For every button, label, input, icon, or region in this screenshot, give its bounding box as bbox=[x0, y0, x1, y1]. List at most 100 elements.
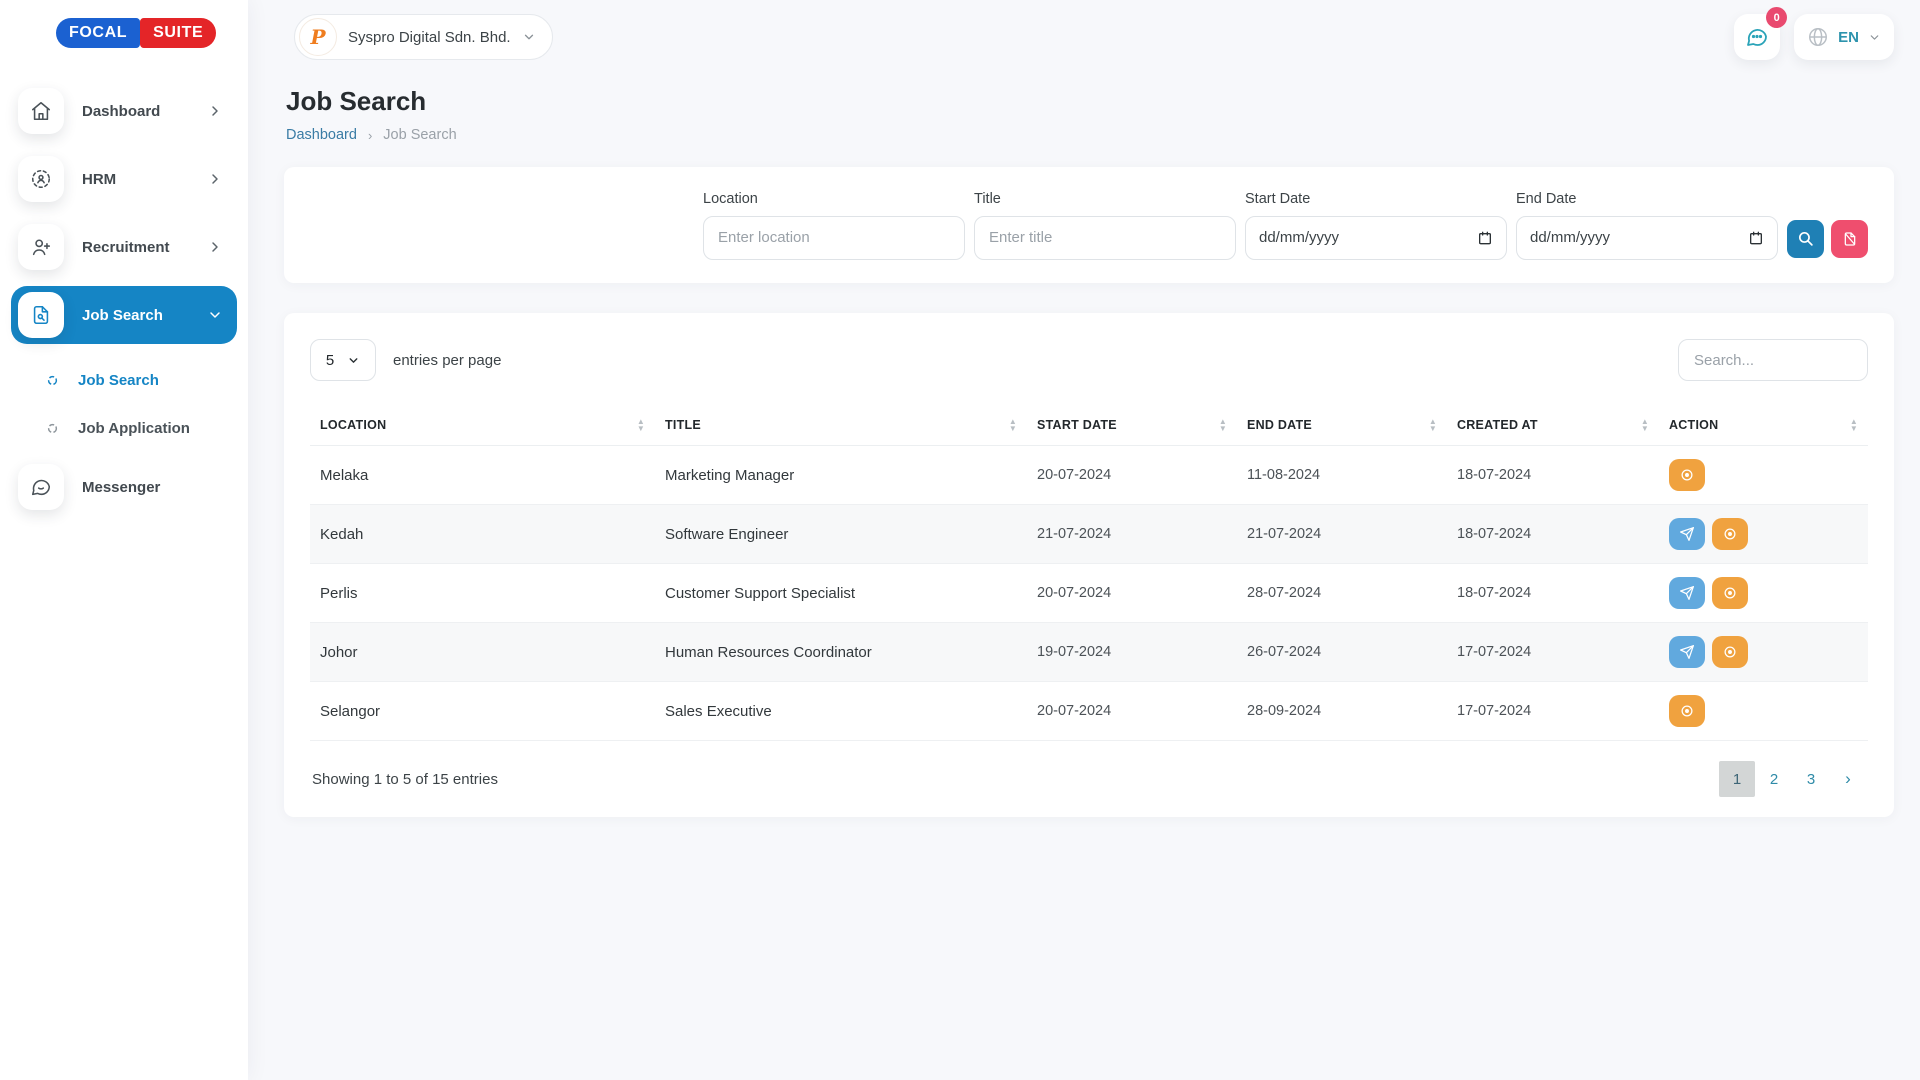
calendar-icon[interactable] bbox=[1477, 230, 1493, 246]
page-button-2[interactable]: 2 bbox=[1756, 761, 1792, 797]
sort-icon[interactable]: ▲▼ bbox=[1850, 418, 1858, 432]
page-button-3[interactable]: 3 bbox=[1793, 761, 1829, 797]
sidebar: FOCAL SUITE Dashboard HRM bbox=[0, 0, 248, 1080]
cell-created-at: 18-07-2024 bbox=[1447, 446, 1659, 505]
filter-field-location: Location bbox=[703, 191, 965, 260]
cell-title: Software Engineer bbox=[655, 505, 1027, 564]
submenu-item-label: Job Search bbox=[78, 372, 159, 389]
sidebar-item-label: HRM bbox=[82, 171, 207, 188]
send-job-button[interactable] bbox=[1669, 577, 1705, 609]
send-job-button[interactable] bbox=[1669, 518, 1705, 550]
user-plus-icon bbox=[18, 224, 64, 270]
column-header-title[interactable]: TITLE▲▼ bbox=[655, 405, 1027, 446]
logo-suite: SUITE bbox=[140, 18, 216, 48]
calendar-icon[interactable] bbox=[1748, 230, 1764, 246]
language-selector[interactable]: EN bbox=[1794, 14, 1894, 60]
view-job-button[interactable] bbox=[1712, 518, 1748, 550]
sidebar-item-label: Recruitment bbox=[82, 239, 207, 256]
sort-icon[interactable]: ▲▼ bbox=[1641, 418, 1649, 432]
send-icon bbox=[1679, 526, 1695, 542]
eye-icon bbox=[1722, 644, 1738, 660]
cell-location: Perlis bbox=[310, 564, 655, 623]
search-icon bbox=[1797, 230, 1814, 247]
eye-icon bbox=[1722, 526, 1738, 542]
chevron-right-icon bbox=[207, 171, 223, 187]
job-search-table-panel: 5 entries per page LOCATION▲▼ bbox=[284, 313, 1894, 817]
messages-badge: 0 bbox=[1766, 7, 1787, 28]
home-icon bbox=[18, 88, 64, 134]
breadcrumb-separator: › bbox=[368, 128, 372, 143]
column-header-action[interactable]: ACTION▲▼ bbox=[1659, 405, 1868, 446]
view-job-button[interactable] bbox=[1669, 695, 1705, 727]
start-date-label: Start Date bbox=[1245, 191, 1507, 207]
breadcrumb-dashboard-link[interactable]: Dashboard bbox=[286, 127, 357, 143]
cell-created-at: 18-07-2024 bbox=[1447, 505, 1659, 564]
title-input[interactable] bbox=[974, 216, 1236, 260]
cell-start-date: 20-07-2024 bbox=[1027, 682, 1237, 741]
end-date-input[interactable]: dd/mm/yyyy bbox=[1516, 216, 1778, 260]
send-job-button[interactable] bbox=[1669, 636, 1705, 668]
table-search-input[interactable] bbox=[1678, 339, 1868, 381]
globe-icon bbox=[1807, 26, 1829, 48]
sidebar-item-dashboard[interactable]: Dashboard bbox=[11, 82, 237, 140]
company-logo-icon: P bbox=[299, 18, 337, 56]
focal-suite-logo[interactable]: FOCAL SUITE bbox=[56, 18, 248, 48]
table-row: Selangor Sales Executive 20-07-2024 28-0… bbox=[310, 682, 1868, 741]
cell-end-date: 11-08-2024 bbox=[1237, 446, 1447, 505]
view-job-button[interactable] bbox=[1712, 636, 1748, 668]
cell-actions bbox=[1659, 505, 1868, 564]
entries-per-page-value: 5 bbox=[326, 352, 334, 369]
sidebar-item-recruitment[interactable]: Recruitment bbox=[11, 218, 237, 276]
sort-icon[interactable]: ▲▼ bbox=[1219, 418, 1227, 432]
sidebar-item-hrm[interactable]: HRM bbox=[11, 150, 237, 208]
hrm-icon bbox=[18, 156, 64, 202]
sidebar-item-job-search[interactable]: Job Search bbox=[11, 286, 237, 344]
cell-end-date: 26-07-2024 bbox=[1237, 623, 1447, 682]
pagination: 1 2 3 › bbox=[1718, 761, 1866, 797]
column-header-location[interactable]: LOCATION▲▼ bbox=[310, 405, 655, 446]
sidebar-item-label: Job Search bbox=[82, 307, 207, 324]
cell-start-date: 20-07-2024 bbox=[1027, 446, 1237, 505]
sort-icon[interactable]: ▲▼ bbox=[637, 418, 645, 432]
chevron-right-icon bbox=[207, 239, 223, 255]
submenu-item-job-application[interactable]: Job Application bbox=[11, 404, 237, 452]
clear-filter-icon bbox=[1842, 231, 1858, 247]
view-job-button[interactable] bbox=[1712, 577, 1748, 609]
reset-button[interactable] bbox=[1831, 220, 1868, 258]
entries-per-page-select[interactable]: 5 bbox=[310, 339, 376, 381]
sidebar-item-messenger[interactable]: Messenger bbox=[11, 458, 237, 516]
title-label: Title bbox=[974, 191, 1236, 207]
submenu-item-job-search[interactable]: Job Search bbox=[11, 356, 237, 404]
table-row: Melaka Marketing Manager 20-07-2024 11-0… bbox=[310, 446, 1868, 505]
logo-focal: FOCAL bbox=[56, 18, 140, 48]
location-input[interactable] bbox=[703, 216, 965, 260]
chevron-right-icon bbox=[207, 103, 223, 119]
page-button-1[interactable]: 1 bbox=[1719, 761, 1755, 797]
job-search-table: LOCATION▲▼ TITLE▲▼ START DATE▲▼ END DATE… bbox=[310, 405, 1868, 741]
entries-summary: Showing 1 to 5 of 15 entries bbox=[312, 771, 498, 788]
column-header-start-date[interactable]: START DATE▲▼ bbox=[1027, 405, 1237, 446]
end-date-value: dd/mm/yyyy bbox=[1530, 229, 1610, 246]
cell-end-date: 28-09-2024 bbox=[1237, 682, 1447, 741]
column-header-created-at[interactable]: CREATED AT▲▼ bbox=[1447, 405, 1659, 446]
company-selector[interactable]: P Syspro Digital Sdn. Bhd. bbox=[294, 14, 553, 60]
chevron-down-icon bbox=[1868, 31, 1881, 44]
table-row: Perlis Customer Support Specialist 20-07… bbox=[310, 564, 1868, 623]
cell-created-at: 17-07-2024 bbox=[1447, 682, 1659, 741]
start-date-input[interactable]: dd/mm/yyyy bbox=[1245, 216, 1507, 260]
breadcrumb-current: Job Search bbox=[383, 127, 456, 143]
next-page-button[interactable]: › bbox=[1830, 761, 1866, 797]
messages-button[interactable]: 0 bbox=[1734, 14, 1780, 60]
search-button[interactable] bbox=[1787, 220, 1824, 258]
file-search-icon bbox=[18, 292, 64, 338]
language-code: EN bbox=[1838, 29, 1859, 46]
sort-icon[interactable]: ▲▼ bbox=[1009, 418, 1017, 432]
topbar-actions: 0 EN bbox=[1734, 14, 1894, 60]
page-title: Job Search bbox=[286, 86, 1894, 117]
messenger-icon bbox=[18, 464, 64, 510]
filter-field-start-date: Start Date dd/mm/yyyy bbox=[1245, 191, 1507, 260]
view-job-button[interactable] bbox=[1669, 459, 1705, 491]
column-header-end-date[interactable]: END DATE▲▼ bbox=[1237, 405, 1447, 446]
sort-icon[interactable]: ▲▼ bbox=[1429, 418, 1437, 432]
table-row: Johor Human Resources Coordinator 19-07-… bbox=[310, 623, 1868, 682]
